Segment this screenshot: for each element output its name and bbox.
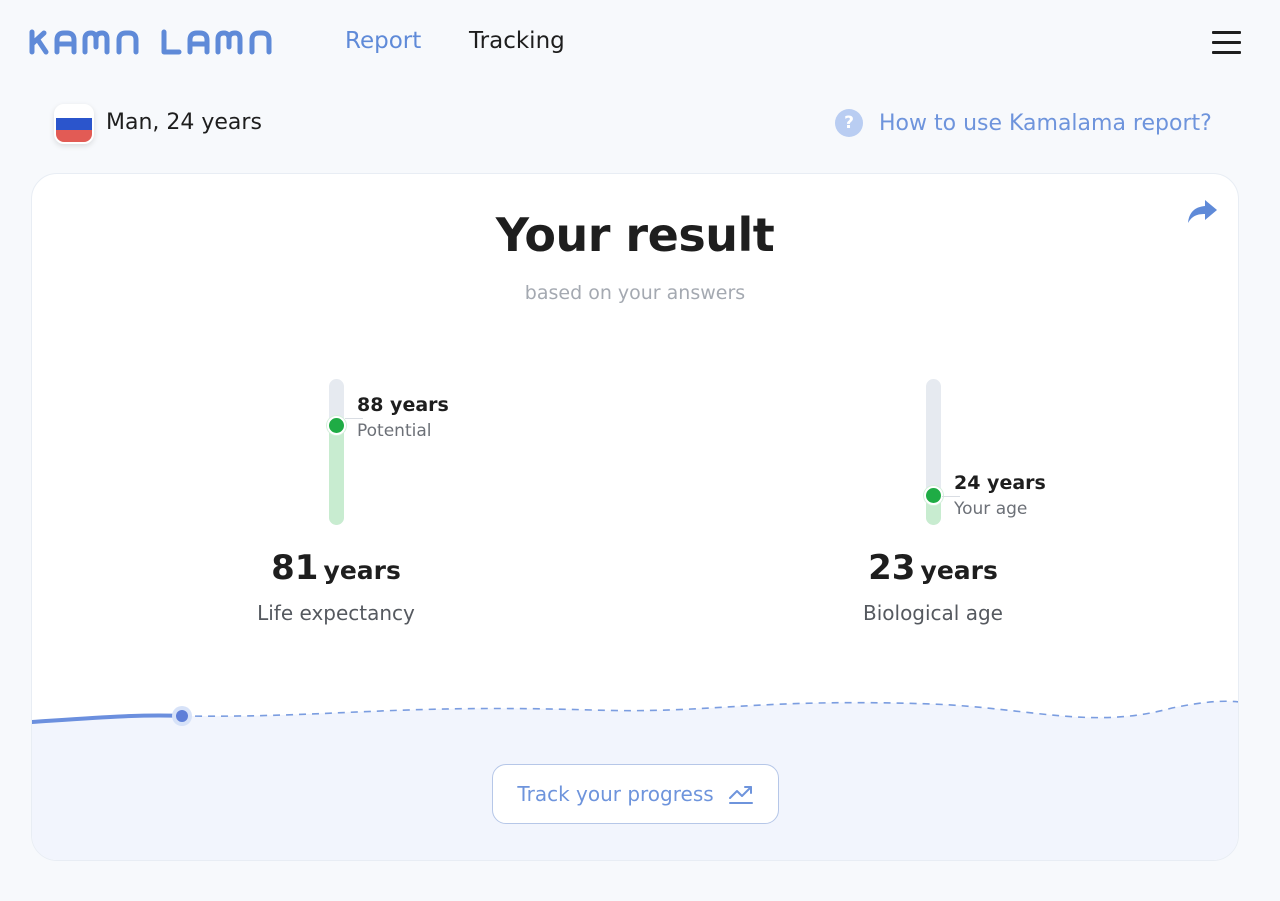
hamburger-menu-icon[interactable] (1212, 31, 1241, 55)
life-expectancy-marker-tick (345, 418, 363, 419)
help-link-label: How to use Kamalama report? (879, 110, 1212, 136)
card-title: Your result (495, 208, 775, 262)
russia-flag-icon (54, 104, 94, 144)
biological-age-number: 23 (868, 548, 916, 588)
life-expectancy-unit: years (323, 556, 401, 585)
potential-label: Potential (357, 421, 432, 441)
profile-summary: Man, 24 years (106, 110, 262, 135)
nav-tracking-link[interactable]: Tracking (469, 28, 565, 54)
potential-value: 88 years (357, 394, 449, 416)
nav-report-link[interactable]: Report (345, 28, 421, 54)
life-expectancy-value: 81 years (186, 548, 486, 588)
track-progress-button[interactable]: Track your progress (492, 764, 779, 824)
your-age-value: 24 years (954, 472, 1046, 494)
progress-current-point (176, 710, 188, 722)
your-age-label: Your age (954, 499, 1028, 519)
track-progress-label: Track your progress (517, 782, 714, 806)
life-expectancy-number: 81 (271, 548, 319, 588)
life-expectancy-bar (329, 379, 344, 525)
life-expectancy-bar-fill (329, 425, 344, 525)
biological-age-label: Biological age (863, 601, 1003, 625)
trend-up-icon (728, 786, 753, 804)
result-card: Your result based on your answers 88 yea… (31, 173, 1239, 861)
question-icon: ? (835, 109, 863, 137)
life-expectancy-potential-marker (327, 415, 346, 435)
biological-age-marker (924, 485, 943, 505)
biological-age-marker-tick (942, 496, 960, 497)
help-link[interactable]: ? How to use Kamalama report? (835, 109, 1212, 137)
card-subtitle: based on your answers (524, 282, 746, 304)
top-header: Report Tracking (0, 0, 1280, 86)
kamalama-logo[interactable] (29, 29, 274, 55)
biological-age-value: 23 years (783, 548, 1083, 588)
biological-age-unit: years (920, 556, 998, 585)
life-expectancy-label: Life expectancy (257, 601, 415, 625)
